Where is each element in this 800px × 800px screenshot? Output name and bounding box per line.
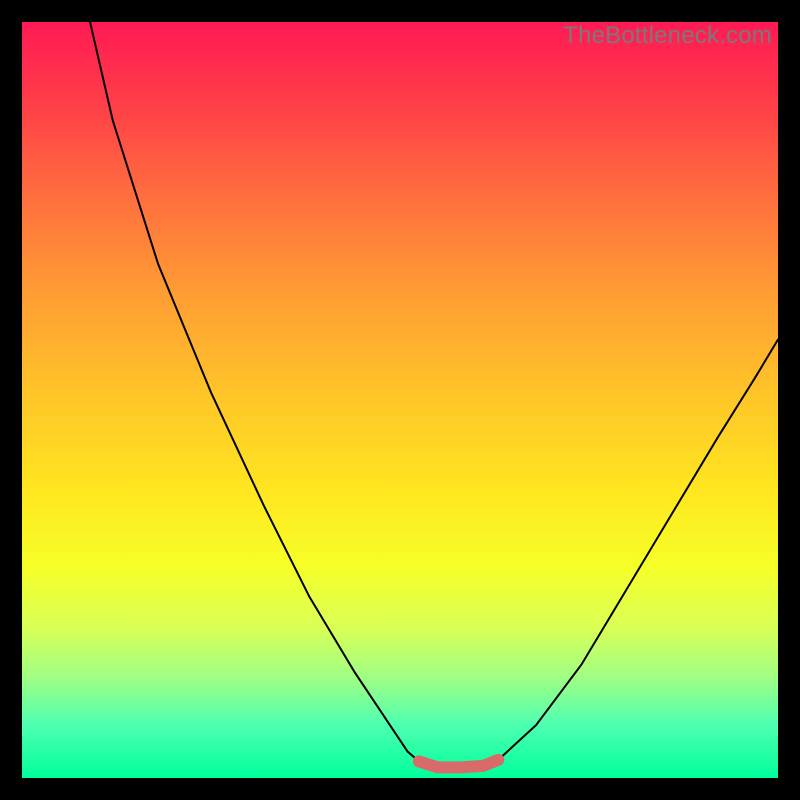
chart-plot-area: TheBottleneck.com bbox=[22, 22, 778, 778]
chart-frame: TheBottleneck.com bbox=[0, 0, 800, 800]
bottom-band bbox=[419, 760, 498, 768]
curve-right bbox=[498, 340, 778, 760]
chart-svg bbox=[22, 22, 778, 778]
curve-left bbox=[90, 22, 419, 761]
